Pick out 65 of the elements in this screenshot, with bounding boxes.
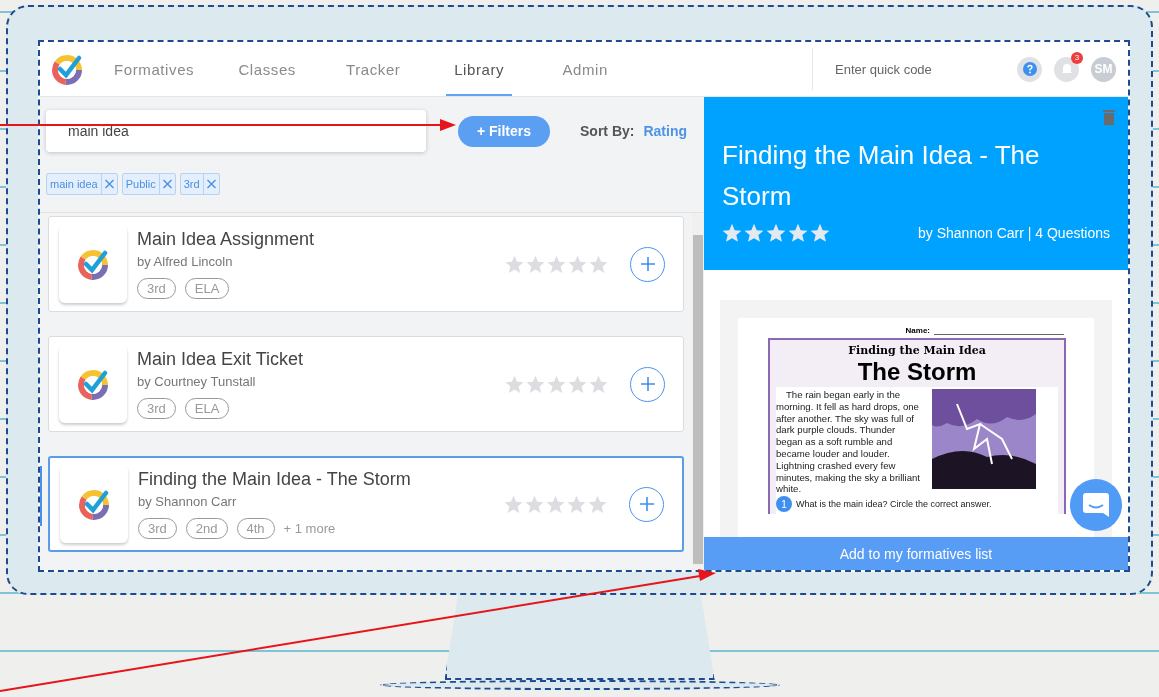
result-title: Finding the Main Idea - The Storm <box>138 469 412 490</box>
filter-chip[interactable]: 3rd <box>179 173 220 195</box>
star-icon <box>546 494 565 514</box>
result-title: Main Idea Exit Ticket <box>137 349 305 370</box>
star-icon <box>766 223 786 243</box>
nav-tab[interactable]: Admin <box>552 42 619 96</box>
chat-icon <box>1083 493 1109 517</box>
logo-icon <box>50 52 84 86</box>
star-icon <box>526 254 545 274</box>
preview-byline: by Shannon Carr | 4 Questions <box>918 225 1110 241</box>
add-to-list-button[interactable]: Add to my formatives list <box>704 537 1128 570</box>
plus-icon <box>639 376 656 392</box>
question-number-badge: 1 <box>776 496 792 513</box>
star-icon <box>788 223 808 243</box>
name-label: Name: <box>905 326 930 335</box>
result-title: Main Idea Assignment <box>137 229 316 250</box>
help-icon <box>1022 62 1037 76</box>
filter-chip[interactable]: main idea <box>46 173 118 195</box>
trash-icon[interactable] <box>1103 109 1115 125</box>
result-card[interactable]: Main Idea Assignment by Alfred Lincoln 3rd ELA <box>48 216 684 312</box>
help-button[interactable] <box>1017 56 1042 82</box>
preview-title: Finding the Main Idea - The Storm <box>722 139 1041 213</box>
star-icon <box>505 254 524 274</box>
scrollbar[interactable] <box>692 213 704 570</box>
worksheet-title: The Storm <box>856 357 978 387</box>
add-button[interactable] <box>630 246 665 282</box>
sort-dropdown[interactable]: Rating <box>643 123 687 139</box>
notification-count-badge: 3 <box>1071 51 1083 64</box>
author-name: by Shannon Carr <box>138 494 238 509</box>
sort-label: Sort By: <box>580 123 635 139</box>
worksheet-heading: Finding the Main Idea <box>847 344 987 357</box>
logo-icon <box>77 487 111 521</box>
filter-chip[interactable]: Public <box>121 173 176 195</box>
logo-icon <box>76 247 110 281</box>
author-name: by Alfred Lincoln <box>137 254 234 269</box>
star-icon <box>588 494 607 514</box>
star-icon <box>504 494 523 514</box>
logo-icon <box>76 367 110 401</box>
question-text: What is the main idea? Circle the correct answer. <box>796 499 992 510</box>
star-icon <box>526 374 545 394</box>
star-icon <box>810 223 830 243</box>
result-card[interactable]: Main Idea Exit Ticket by Courtney Tunstall 3rd ELA <box>48 336 684 432</box>
star-icon <box>568 254 587 274</box>
author-name: by Courtney Tunstall <box>137 374 257 389</box>
star-icon <box>567 494 586 514</box>
filters-button[interactable]: + Filters <box>458 115 550 147</box>
nav-tab[interactable]: Tracker <box>340 42 407 96</box>
star-icon <box>547 374 566 394</box>
star-icon <box>589 254 608 274</box>
star-icon <box>722 223 742 243</box>
star-icon <box>568 374 587 394</box>
star-icon <box>525 494 544 514</box>
search-field[interactable]: main idea <box>46 110 426 152</box>
passage-text: The rain began early in the morning. It fell as hard drops, one after another. The sky was full of dark purple clouds. Thunder began as a soft rumble and became louder and louder. Lightning crashed every few minutes, making the sky a brilliant white. <box>776 389 921 496</box>
plus-icon <box>638 496 655 512</box>
more-tags-text: + 1 more <box>283 521 336 536</box>
nav-tab[interactable]: Formatives <box>114 42 195 96</box>
plus-icon <box>639 256 656 272</box>
star-icon <box>744 223 764 243</box>
add-button[interactable] <box>630 366 665 402</box>
nav-tab[interactable]: Classes <box>234 42 301 96</box>
star-icon <box>589 374 608 394</box>
add-button[interactable] <box>629 486 664 522</box>
star-icon <box>505 374 524 394</box>
star-icon <box>547 254 566 274</box>
